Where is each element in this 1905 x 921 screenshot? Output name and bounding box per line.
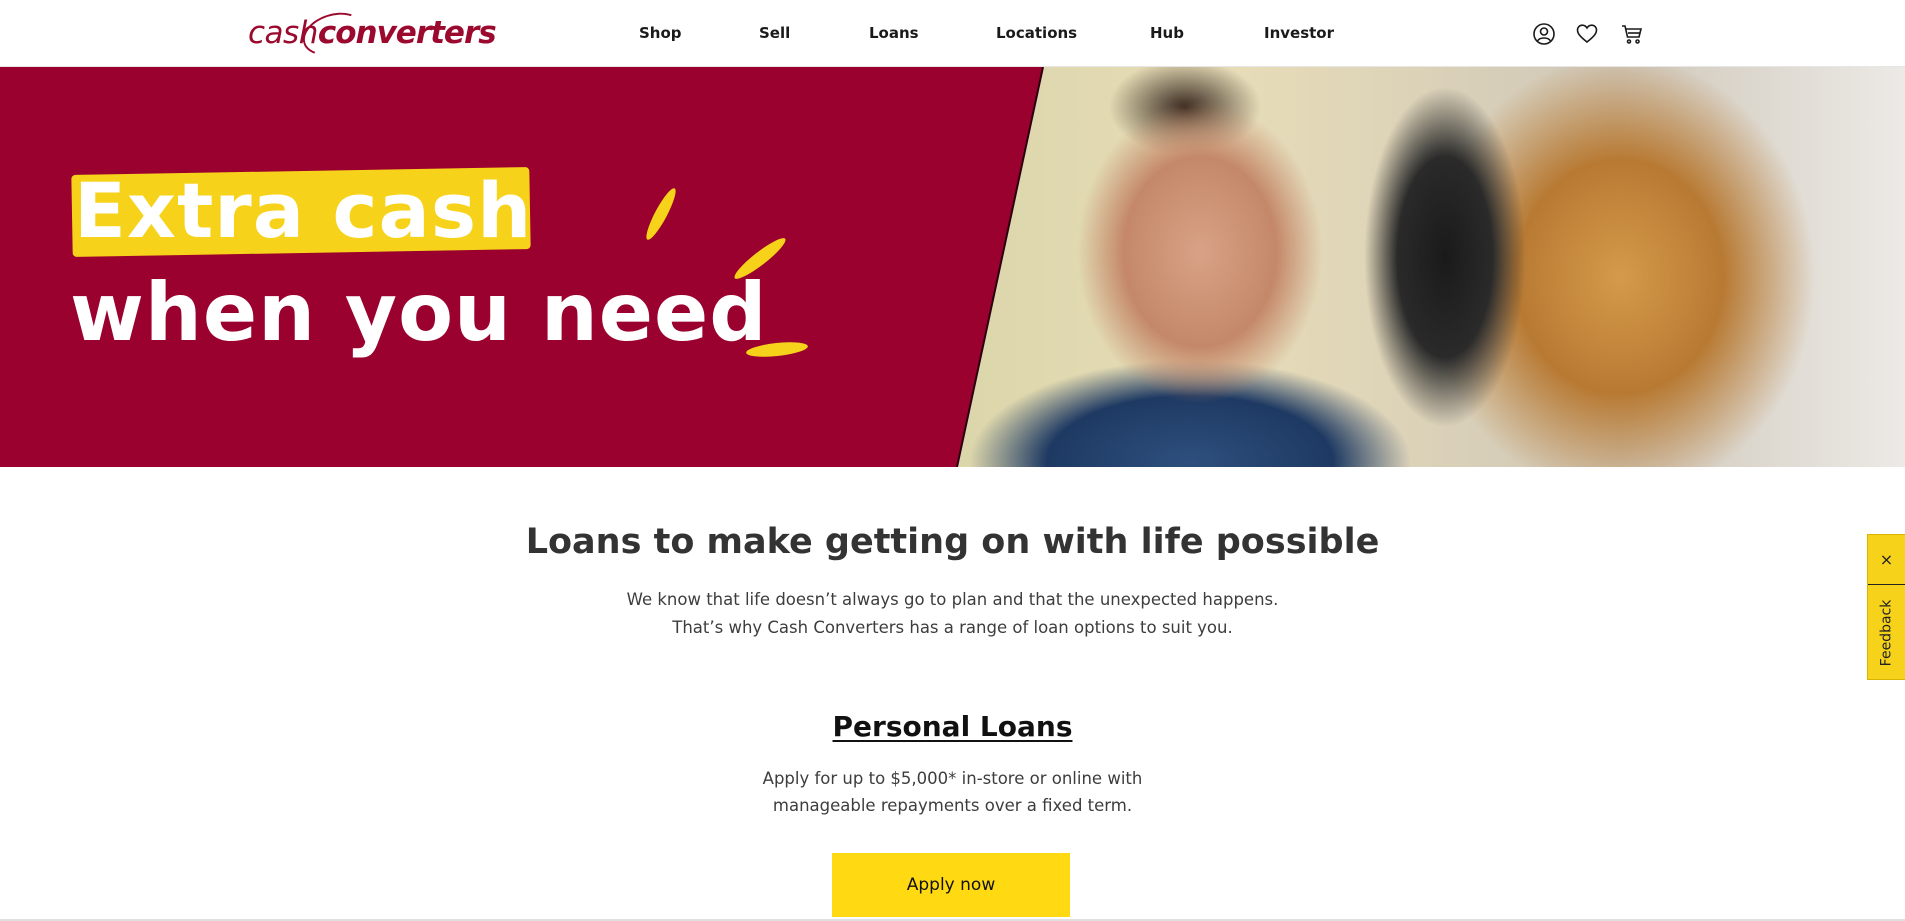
loan-desc-line-2: manageable repayments over a fixed term. bbox=[772, 796, 1133, 815]
feedback-label: Feedback bbox=[1878, 599, 1895, 667]
nav-item-shop[interactable]: Shop bbox=[639, 24, 682, 42]
hero-accent-stroke bbox=[642, 185, 680, 243]
personal-loans-link[interactable]: Personal Loans bbox=[833, 710, 1073, 743]
hero-banner[interactable]: Extra cash when you need bbox=[0, 67, 1905, 467]
heart-icon[interactable] bbox=[1575, 22, 1599, 46]
nav-item-locations[interactable]: Locations bbox=[996, 24, 1077, 42]
section-title: Loans to make getting on with life possi… bbox=[525, 522, 1380, 562]
hero-headline-line1: Extra cash bbox=[74, 166, 533, 255]
nav-item-investor[interactable]: Investor bbox=[1264, 24, 1334, 42]
intro-line-1: We know that life doesn’t always go to p… bbox=[626, 590, 1279, 609]
nav-item-sell[interactable]: Sell bbox=[759, 24, 790, 42]
nav-item-hub[interactable]: Hub bbox=[1150, 24, 1184, 42]
personal-loans-heading: Personal Loans bbox=[0, 710, 1905, 743]
personal-loans-description: Apply for up to $5,000* in-store or onli… bbox=[0, 765, 1905, 819]
feedback-button[interactable]: Feedback bbox=[1868, 587, 1905, 679]
apply-now-button[interactable]: Apply now bbox=[832, 853, 1070, 917]
feedback-close-button[interactable]: × bbox=[1868, 535, 1905, 585]
intro-line-2: That’s why Cash Converters has a range o… bbox=[672, 618, 1233, 637]
loan-desc-line-1: Apply for up to $5,000* in-store or onli… bbox=[762, 769, 1143, 788]
feedback-tab: × Feedback bbox=[1867, 534, 1905, 680]
hero-headline-line2: when you need bbox=[70, 266, 768, 359]
nav-item-loans[interactable]: Loans bbox=[869, 24, 919, 42]
site-header: cash converters Shop Sell Loans Locations… bbox=[0, 0, 1905, 67]
cart-icon[interactable] bbox=[1620, 22, 1644, 46]
section-intro: We know that life doesn’t always go to p… bbox=[0, 586, 1905, 642]
account-icon[interactable] bbox=[1532, 22, 1556, 46]
